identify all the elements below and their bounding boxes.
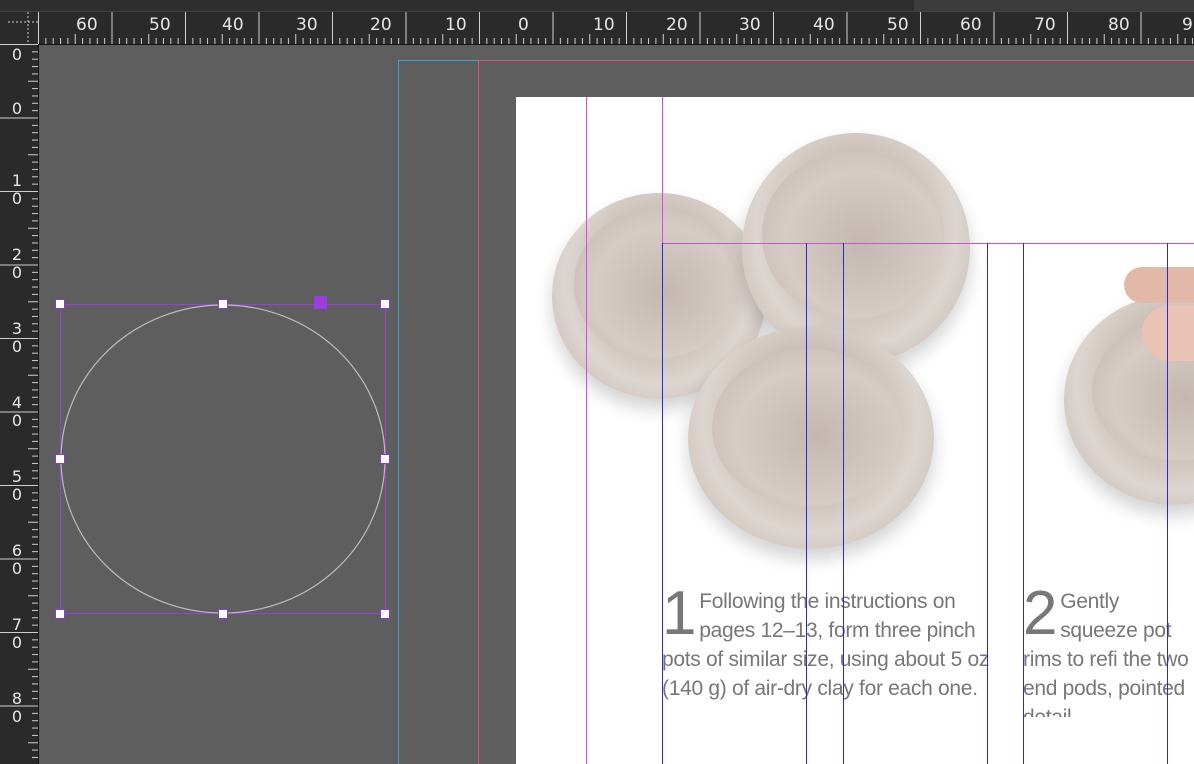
hruler-label: 60 — [960, 15, 982, 35]
hruler-label: 20 — [666, 15, 688, 35]
step-2-number: 2 — [1023, 587, 1058, 648]
ellipse-shape — [60, 304, 386, 614]
clay-bowl-front — [688, 327, 934, 549]
vruler-label: 0 — [11, 99, 23, 118]
step-1-text-frame[interactable]: 1 Following the instructions on pages 12… — [662, 579, 992, 703]
selected-ellipse[interactable] — [60, 304, 386, 614]
photo-pinch-pots[interactable] — [546, 127, 976, 567]
photo-hand-squeeze[interactable] — [1024, 245, 1194, 553]
hruler-label: 30 — [739, 15, 761, 35]
vruler-label: 70 — [11, 615, 23, 652]
finger-shape — [1124, 267, 1194, 303]
vruler-label: 50 — [11, 467, 23, 504]
hruler-label: 70 — [1034, 15, 1056, 35]
vruler-label: 60 — [11, 541, 23, 578]
clay-bowl-back — [742, 133, 970, 363]
hruler-label: 80 — [1108, 15, 1130, 35]
hruler-label: 60 — [76, 15, 98, 35]
hruler-label: 30 — [296, 15, 318, 35]
hruler-label: 50 — [149, 15, 171, 35]
crosshair-icon — [8, 12, 38, 44]
hruler-label: 50 — [887, 15, 909, 35]
margin-guide-vertical — [478, 60, 479, 764]
hruler-label: 40 — [813, 15, 835, 35]
horizontal-ruler-ticks — [38, 12, 1193, 44]
vruler-label: 10 — [11, 171, 23, 208]
hruler-label: 10 — [593, 15, 615, 35]
column-guide — [806, 243, 807, 764]
margin-guide-horizontal — [478, 60, 1194, 61]
resize-handle-right[interactable] — [380, 454, 390, 464]
thumb-shape — [1142, 305, 1194, 361]
horizontal-ruler[interactable]: 60 50 40 30 20 10 0 10 20 30 40 50 60 70… — [38, 12, 1194, 45]
resize-handle-top-right[interactable] — [380, 299, 390, 309]
ruler-origin[interactable] — [0, 12, 39, 45]
vruler-label: 80 — [11, 689, 23, 726]
vruler-label: 30 — [11, 319, 23, 356]
column-guide — [1023, 243, 1024, 764]
hruler-label: 40 — [222, 15, 244, 35]
document-page[interactable]: 1 Following the instructions on pages 12… — [516, 97, 1194, 764]
content-grabber-handle[interactable] — [314, 296, 327, 309]
hruler-label: 0 — [518, 15, 529, 35]
hruler-label: 20 — [370, 15, 392, 35]
vruler-label: 0 — [11, 45, 23, 64]
column-guide — [843, 243, 844, 764]
bleed-guide-vertical — [398, 60, 399, 764]
resize-handle-bottom-left[interactable] — [55, 609, 65, 619]
pasteboard[interactable]: 1 Following the instructions on pages 12… — [39, 45, 1194, 764]
step-1-number: 1 — [662, 579, 697, 648]
resize-handle-bottom-right[interactable] — [380, 609, 390, 619]
step-1-text: Following the instructions on pages 12–1… — [662, 590, 990, 700]
resize-handle-bottom[interactable] — [218, 609, 228, 619]
vruler-label: 40 — [11, 393, 23, 430]
column-guide — [1167, 243, 1168, 764]
ruler-guide-horizontal[interactable] — [662, 243, 1194, 244]
hruler-label: 9 — [1182, 15, 1193, 35]
vruler-label: 20 — [11, 245, 23, 282]
column-guide — [987, 243, 988, 764]
resize-handle-top-left[interactable] — [55, 299, 65, 309]
bleed-guide-horizontal — [398, 60, 478, 61]
step-2-text-frame[interactable]: 2 Gently squeeze pot rims to refi the tw… — [1023, 587, 1194, 717]
ruler-guide-vertical[interactable] — [586, 97, 587, 764]
selection-bounding-box — [60, 304, 386, 614]
resize-handle-left[interactable] — [55, 454, 65, 464]
resize-handle-top[interactable] — [218, 299, 228, 309]
vertical-ruler[interactable]: 0 0 10 20 30 40 50 60 70 80 — [0, 44, 39, 764]
hruler-label: 10 — [445, 15, 467, 35]
app-top-bar — [0, 0, 1194, 12]
column-guide — [662, 243, 663, 764]
